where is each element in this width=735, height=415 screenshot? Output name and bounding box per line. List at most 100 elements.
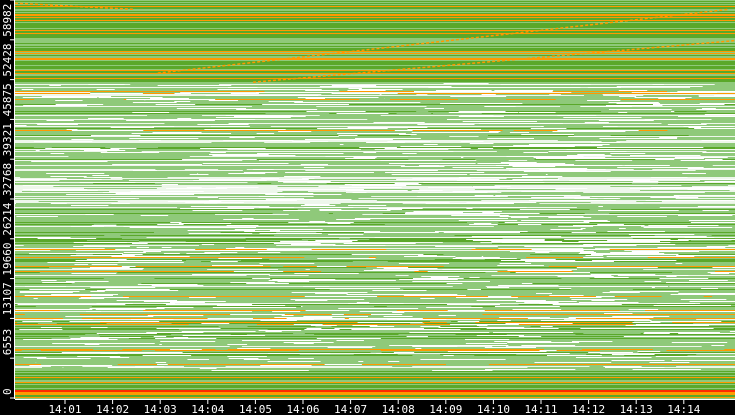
heat-speckle (190, 206, 270, 207)
heat-row (15, 282, 735, 283)
heat-speckle (40, 327, 62, 328)
heat-speckle (653, 305, 731, 306)
heat-speckle (504, 85, 550, 86)
heat-speckle (573, 271, 637, 272)
heat-speckle (603, 244, 676, 245)
heat-speckle (548, 301, 577, 302)
heat-speckle (82, 100, 145, 101)
heat-row (15, 82, 735, 83)
heat-speckle (534, 362, 612, 363)
heat-speckle (443, 355, 454, 356)
heat-row (15, 32, 735, 33)
heat-row (15, 0, 735, 1)
heat-speckle (483, 125, 518, 126)
heat-speckle (689, 280, 728, 281)
heat-speckle (426, 307, 483, 308)
heat-speckle (180, 208, 255, 209)
heat-speckle (171, 114, 230, 115)
heat-speckle (93, 349, 123, 350)
heat-speckle (338, 135, 358, 136)
heat-speckle (604, 367, 665, 368)
x-tick-label: 14:12 (572, 403, 605, 415)
heat-speckle (387, 128, 408, 129)
heat-speckle (163, 303, 175, 304)
heat-speckle (488, 353, 536, 354)
heat-speckle (536, 158, 603, 159)
heat-speckle (58, 279, 112, 280)
heat-speckle (570, 289, 633, 290)
heat-speckle (603, 211, 667, 212)
heat-speckle (693, 323, 735, 324)
heat-row (15, 51, 735, 52)
heat-speckle (469, 277, 480, 278)
heat-speckle (632, 369, 701, 370)
heat-speckle (367, 263, 380, 264)
heat-speckle (502, 351, 547, 352)
heat-speckle (228, 123, 250, 124)
heat-speckle (571, 320, 652, 321)
heat-speckle (71, 130, 144, 131)
heat-speckle (266, 249, 312, 250)
heat-speckle (595, 296, 615, 297)
heat-row (15, 79, 735, 80)
heat-speckle (72, 148, 101, 149)
heat-speckle (257, 252, 281, 253)
heat-speckle (90, 92, 181, 93)
heat-speckle (67, 83, 122, 84)
heat-speckle (687, 226, 735, 227)
heat-speckle (495, 94, 550, 95)
heat-speckle (156, 328, 221, 329)
heat-row (15, 43, 735, 44)
heat-speckle (214, 244, 292, 245)
heat-speckle (412, 347, 485, 348)
heat-speckle (628, 309, 659, 310)
heat-speckle (412, 278, 464, 279)
heat-speckle (90, 358, 159, 359)
heat-row (15, 3, 735, 4)
heat-speckle (305, 90, 339, 91)
heat-speckle (143, 301, 226, 302)
heat-speckle (186, 253, 221, 254)
heat-row (15, 76, 735, 77)
heat-speckle (664, 253, 706, 254)
heat-row (15, 73, 735, 74)
heat-speckle (583, 248, 596, 249)
heat-speckle (710, 308, 735, 309)
heat-row (15, 224, 735, 225)
heat-speckle (388, 277, 415, 278)
heat-speckle (636, 201, 662, 202)
heat-speckle (328, 234, 364, 235)
y-tick-label: 58982 (1, 4, 14, 37)
heat-row (15, 65, 735, 66)
heat-speckle (211, 265, 263, 266)
heat-speckle (597, 224, 624, 225)
heat-speckle (174, 309, 207, 310)
heat-speckle (352, 192, 367, 193)
heat-speckle (84, 188, 157, 189)
heat-speckle (210, 261, 238, 262)
heat-speckle (327, 347, 373, 348)
heat-speckle (95, 255, 124, 256)
heat-speckle (661, 296, 704, 297)
heat-speckle (20, 177, 84, 178)
heat-speckle (181, 155, 216, 156)
heat-speckle (605, 105, 663, 106)
heat-speckle (394, 112, 449, 113)
heat-speckle (590, 274, 656, 275)
heat-speckle (293, 324, 323, 325)
heat-speckle (233, 95, 319, 96)
heat-speckle (464, 91, 553, 92)
heat-speckle (443, 266, 500, 267)
heat-speckle (505, 266, 549, 267)
heat-speckle (336, 219, 371, 220)
heat-speckle (624, 165, 670, 166)
heat-speckle (580, 161, 667, 162)
heat-speckle (304, 296, 378, 297)
heat-speckle (376, 353, 396, 354)
heat-speckle (694, 128, 735, 129)
heat-speckle (106, 122, 187, 123)
heat-speckle (200, 148, 266, 149)
heat-row (15, 134, 735, 135)
heat-speckle (148, 217, 195, 218)
heat-speckle (309, 114, 339, 115)
